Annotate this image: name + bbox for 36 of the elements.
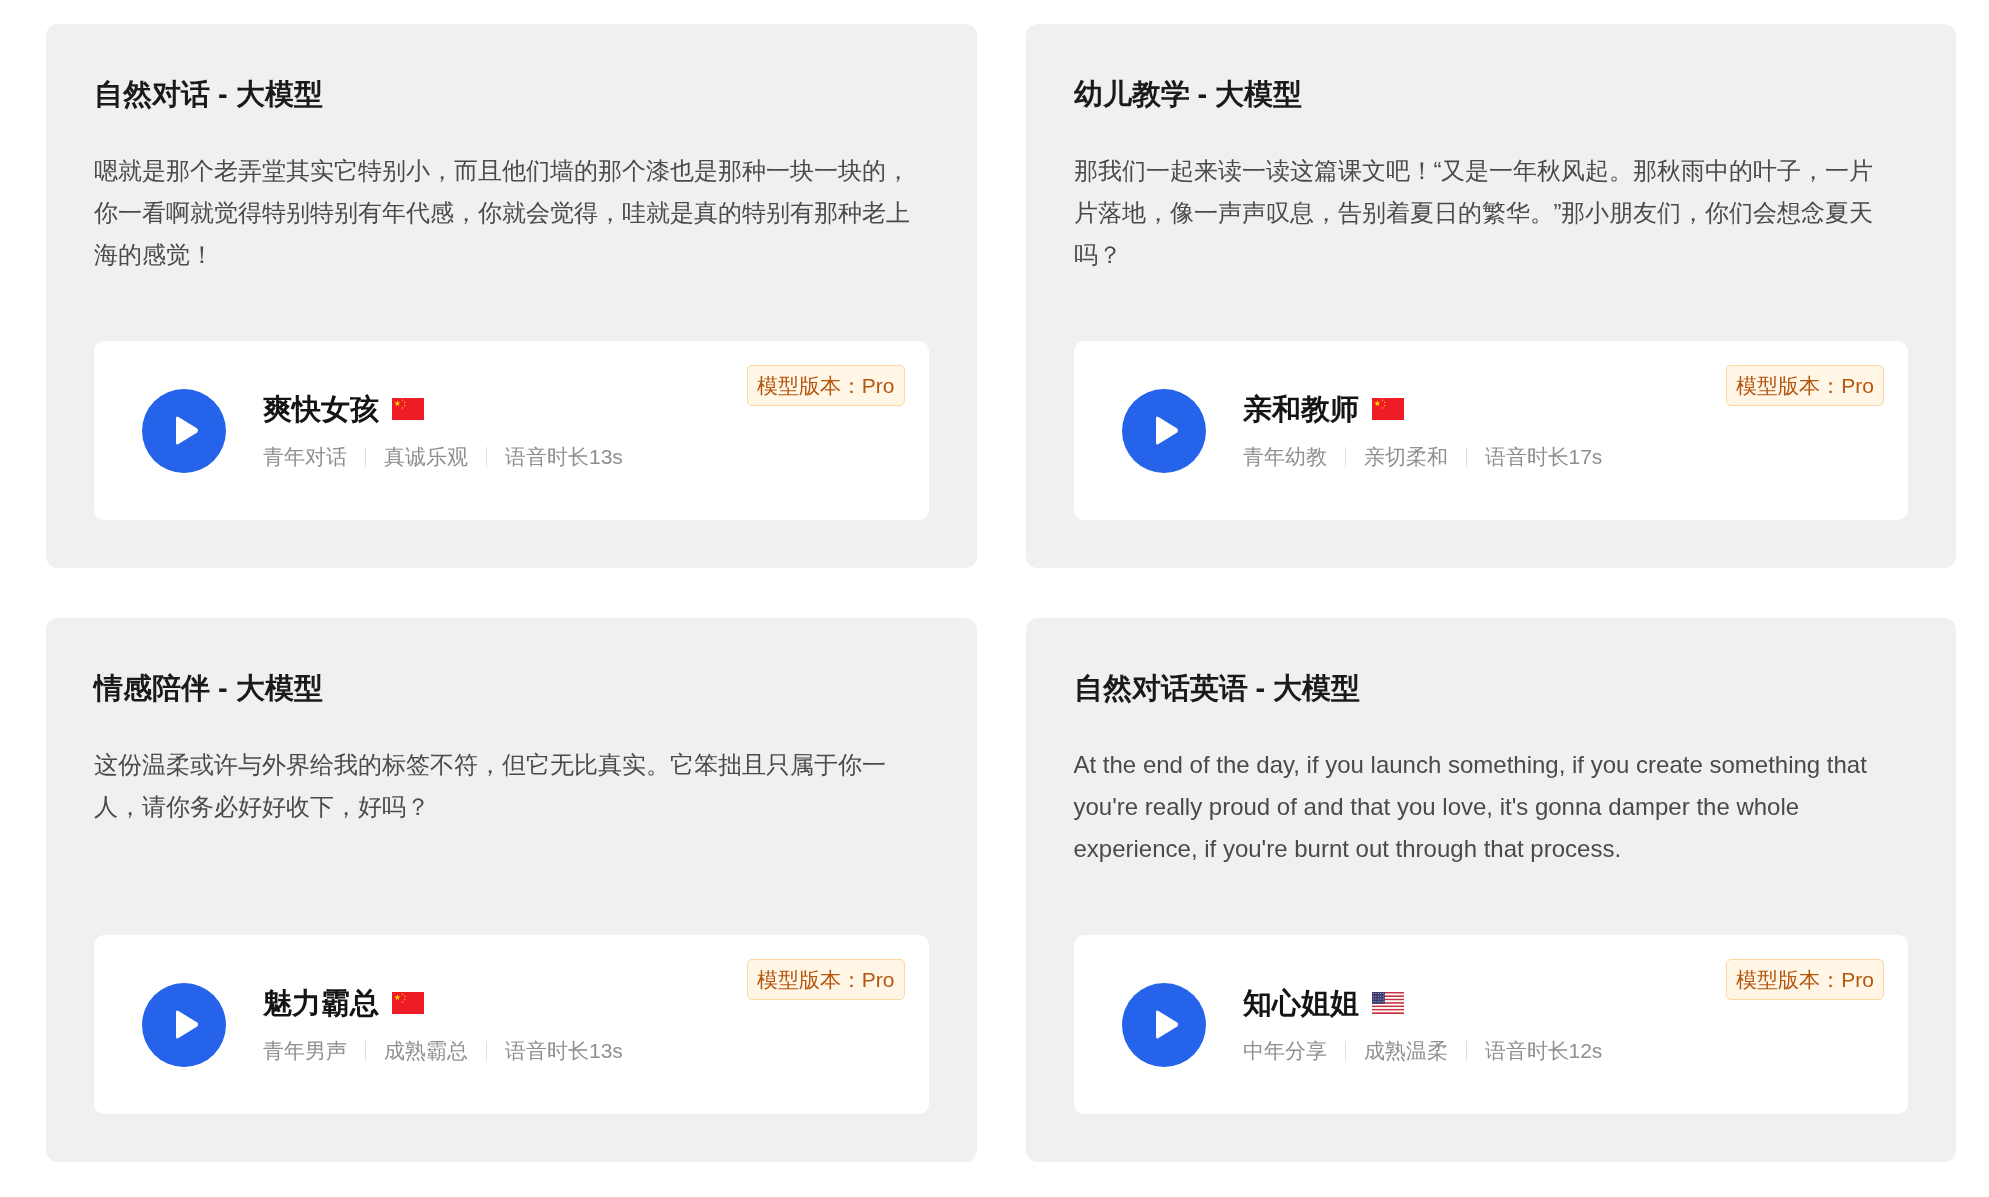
voice-name: 知心姐姐 <box>1242 985 1359 1021</box>
voice-name: 爽快女孩 <box>263 391 379 427</box>
china-flag-icon <box>1371 397 1404 420</box>
card-description: 这份温柔或许与外界给我的标签不符，但它无比真实。它笨拙且只属于你一人，请你务必好好收下，好吗？ <box>94 750 887 822</box>
voice-tag: 青年对话 <box>263 442 347 471</box>
voice-tag: 成熟霸总 <box>384 1036 468 1065</box>
model-version-badge: 模型版本：Pro <box>1726 365 1884 406</box>
china-flag-icon <box>392 397 424 420</box>
card-title: 幼儿教学 - 大模型 <box>1073 77 1303 112</box>
play-icon <box>174 415 199 446</box>
voice-tag: 语音时长13s <box>505 442 623 471</box>
china-flag-icon <box>392 991 424 1014</box>
voice-tag: 真诚乐观 <box>384 442 468 471</box>
voice-tag: 语音时长17s <box>1484 442 1603 471</box>
voice-tag: 中年分享 <box>1242 1036 1327 1065</box>
card-description: At the end of the day, if you launch something, if you create something that you're really proud of and that you love, it's gonna damper the whole experience, if you're burnt out through that process. <box>1073 750 1868 864</box>
model-version-badge: 模型版本：Pro <box>746 365 905 406</box>
voice-tag: 成熟温柔 <box>1363 1036 1448 1065</box>
card-title: 自然对话英语 - 大模型 <box>1073 671 1361 706</box>
card-description: 嗯就是那个老弄堂其实它特别小，而且他们墙的那个漆也是那种一块一块的，你一看啊就觉得特别特别有年代感，你就会觉得，哇就是真的特别有那种老上海的感觉！ <box>94 156 911 270</box>
us-flag-icon <box>1371 991 1404 1014</box>
play-icon <box>1153 415 1179 446</box>
card-title: 情感陪伴 - 大模型 <box>94 671 323 706</box>
voice-tag: 语音时长13s <box>505 1036 623 1065</box>
voice-tag: 亲切柔和 <box>1363 442 1448 471</box>
model-version-badge: 模型版本：Pro <box>1726 959 1884 1000</box>
voice-tag: 语音时长12s <box>1484 1036 1603 1065</box>
voice-tag: 青年男声 <box>263 1036 347 1065</box>
card-title: 自然对话 - 大模型 <box>94 77 323 112</box>
model-version-badge: 模型版本：Pro <box>746 959 905 1000</box>
card-description: 那我们一起来读一读这篇课文吧！“又是一年秋风起。那秋雨中的叶子，一片片落地，像一声声叹息，告别着夏日的繁华。”那小朋友们，你们会想念夏天吗？ <box>1073 156 1875 270</box>
voice-name: 亲和教师 <box>1242 391 1359 427</box>
play-icon <box>1153 1009 1179 1040</box>
voice-name: 魅力霸总 <box>263 985 379 1021</box>
play-icon <box>174 1009 199 1040</box>
voice-tag: 青年幼教 <box>1242 442 1327 471</box>
